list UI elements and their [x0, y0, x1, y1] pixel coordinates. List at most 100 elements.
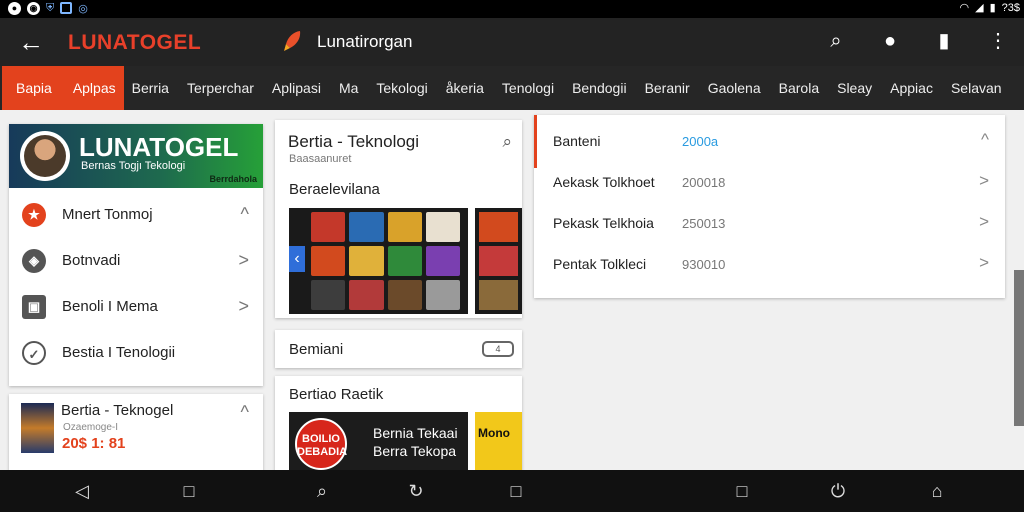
promo-line-2: Berra Tekopa	[373, 443, 457, 459]
status-icons-left: ● ◉ ⛨ ◎	[8, 2, 88, 15]
account-icon[interactable]: ●	[878, 26, 902, 56]
row-value: 250013	[682, 216, 726, 231]
circle-d-icon: ◉	[27, 2, 40, 15]
thumbnail[interactable]	[349, 246, 384, 276]
news-card[interactable]: Bertia - Teknogel Ozaemoge-I 20$ 1: 81 ^	[9, 394, 263, 470]
tab-bapia[interactable]: Bapia	[2, 66, 65, 110]
tab-barola[interactable]: Barola	[773, 66, 825, 110]
thumbnail[interactable]	[479, 246, 518, 276]
banner-tag: Berrdahola	[209, 174, 257, 184]
app-title: Lunatirorgan	[317, 32, 413, 51]
chat-icon: ◎	[78, 3, 88, 15]
tab-bar: Bapia Aplpas Berria Terperchar Aplipasi …	[0, 66, 1024, 110]
row-value: 930010	[682, 257, 726, 272]
list-item[interactable]: Aekask Tolkhoet 200018 >	[534, 162, 1005, 203]
chevron-left-icon[interactable]: ‹	[289, 246, 305, 272]
tab-selavan[interactable]: Selavan	[945, 66, 1008, 110]
tab-tenologi[interactable]: Tenologi	[496, 66, 560, 110]
search-icon[interactable]: ⌕	[824, 26, 848, 56]
scrollbar[interactable]	[1014, 270, 1024, 426]
news-title: Bertia - Teknogel	[61, 402, 174, 419]
chevron-right-icon[interactable]: >	[979, 171, 989, 191]
back-arrow-icon[interactable]: ←	[18, 28, 44, 56]
app-actions: ⌕ ● ▮ ⋮	[824, 26, 1010, 56]
row-label: Pentak Tolkleci	[553, 256, 647, 272]
menu-item-botnvadi[interactable]: ◈ Botnvadi >	[9, 238, 263, 284]
thumbnail[interactable]	[311, 212, 346, 242]
search-icon[interactable]: ⌕	[502, 132, 512, 152]
circle-b-icon: ●	[8, 2, 21, 15]
settings-list-card: Banteni 2000a ^ Aekask Tolkhoet 200018 >…	[534, 115, 1005, 298]
card-title: Bertia - Teknologi	[288, 132, 420, 151]
home-icon[interactable]: ⌂	[925, 480, 949, 502]
square-icon[interactable]: □	[177, 480, 201, 502]
tab-sleay[interactable]: Sleay	[831, 66, 878, 110]
row-label: Aekask Tolkhoet	[553, 174, 655, 190]
avatar[interactable]	[24, 135, 66, 177]
menu-item-label: Bestia I Tenologii	[62, 344, 176, 361]
status-bar: ● ◉ ⛨ ◎ ◠ ◢ ▮ ?3$	[0, 0, 1024, 18]
news-subtitle: Ozaemoge-I	[63, 422, 119, 433]
search-icon[interactable]: ⌕	[310, 480, 334, 502]
menu-item-benoli[interactable]: ▣ Benoli I Mema >	[9, 284, 263, 330]
thumbnail[interactable]	[387, 280, 422, 310]
thumbnail[interactable]	[425, 246, 460, 276]
menu-item-label: Mnert Tonmoj	[62, 206, 153, 223]
refresh-icon[interactable]: ↻	[404, 480, 428, 502]
menu-item-mnert[interactable]: ★ Mnert Tonmoj ^	[9, 192, 263, 238]
tab-appiac[interactable]: Appiac	[884, 66, 939, 110]
tab-akeria[interactable]: åkeria	[440, 66, 490, 110]
news-thumbnail	[21, 403, 54, 453]
thumbnail[interactable]	[479, 212, 518, 242]
tab-terperchar[interactable]: Terperchar	[181, 66, 260, 110]
banner-subtitle: Bernas Togjı Tekologi	[81, 160, 186, 172]
tab-bendogii[interactable]: Bendogii	[566, 66, 633, 110]
list-item[interactable]: Pekask Telkhoia 250013 >	[534, 203, 1005, 244]
list-item[interactable]: Pentak Tolkleci 930010 >	[534, 244, 1005, 285]
location-icon: ◈	[22, 249, 46, 273]
thumbnail[interactable]	[479, 280, 518, 310]
battery-toggle[interactable]: 4	[482, 341, 514, 357]
square-icon[interactable]: □	[730, 480, 754, 502]
thumbnail[interactable]	[311, 280, 346, 310]
shield-icon: ⛨	[46, 2, 55, 14]
tab-tekologi[interactable]: Tekologi	[370, 66, 433, 110]
thumbnail[interactable]	[311, 246, 346, 276]
status-text: ?3$	[1001, 1, 1020, 14]
toggle-label: Bemiani	[289, 341, 344, 358]
thumbnail[interactable]	[425, 280, 460, 310]
left-menu-card: LUNATOGEL Bernas Togjı Tekologi Berrdaho…	[9, 124, 263, 386]
promo-side[interactable]: Mono	[475, 412, 522, 470]
app-thumbnail-grid	[289, 208, 468, 314]
thumbnail[interactable]	[349, 280, 384, 310]
chevron-up-icon: ^	[240, 204, 249, 224]
thumbnail[interactable]	[349, 212, 384, 242]
tab-aplipasi[interactable]: Aplipasi	[266, 66, 327, 110]
toggle-card[interactable]: Bemiani 4	[275, 330, 522, 368]
tab-beranir[interactable]: Beranir	[639, 66, 696, 110]
list-item[interactable]: Banteni 2000a ^	[534, 121, 1005, 162]
square-icon[interactable]: □	[504, 480, 528, 502]
thumbnail[interactable]	[387, 246, 422, 276]
more-icon[interactable]: ⋮	[986, 26, 1010, 56]
back-icon[interactable]: ◁	[70, 480, 94, 502]
bell-icon[interactable]: ▮	[932, 26, 956, 56]
brand-logo[interactable]: LUNATOGEL	[68, 31, 201, 55]
tab-ma[interactable]: Ma	[333, 66, 364, 110]
chevron-up-icon[interactable]: ^	[241, 402, 249, 423]
news-number: 20$ 1: 81	[62, 435, 126, 452]
tab-berria[interactable]: Berria	[124, 66, 175, 110]
bag-icon: ▣	[22, 295, 46, 319]
power-icon[interactable]: ⏻	[826, 480, 850, 502]
tab-gaolena[interactable]: Gaolena	[702, 66, 767, 110]
image-icon	[60, 2, 73, 14]
menu-item-bestia[interactable]: ✓ Bestia I Tenologii	[9, 330, 263, 376]
chevron-up-icon[interactable]: ^	[981, 130, 989, 150]
thumbnail[interactable]	[387, 212, 422, 242]
tab-aplpas[interactable]: Aplpas	[64, 66, 124, 110]
chevron-right-icon[interactable]: >	[979, 253, 989, 273]
thumbnail[interactable]	[425, 212, 460, 242]
chevron-right-icon[interactable]: >	[979, 212, 989, 232]
promo-banner[interactable]: BOILIO DEBADIA Bernia Tekaai Berra Tekop…	[289, 412, 468, 470]
row-label: Pekask Telkhoia	[553, 215, 654, 231]
